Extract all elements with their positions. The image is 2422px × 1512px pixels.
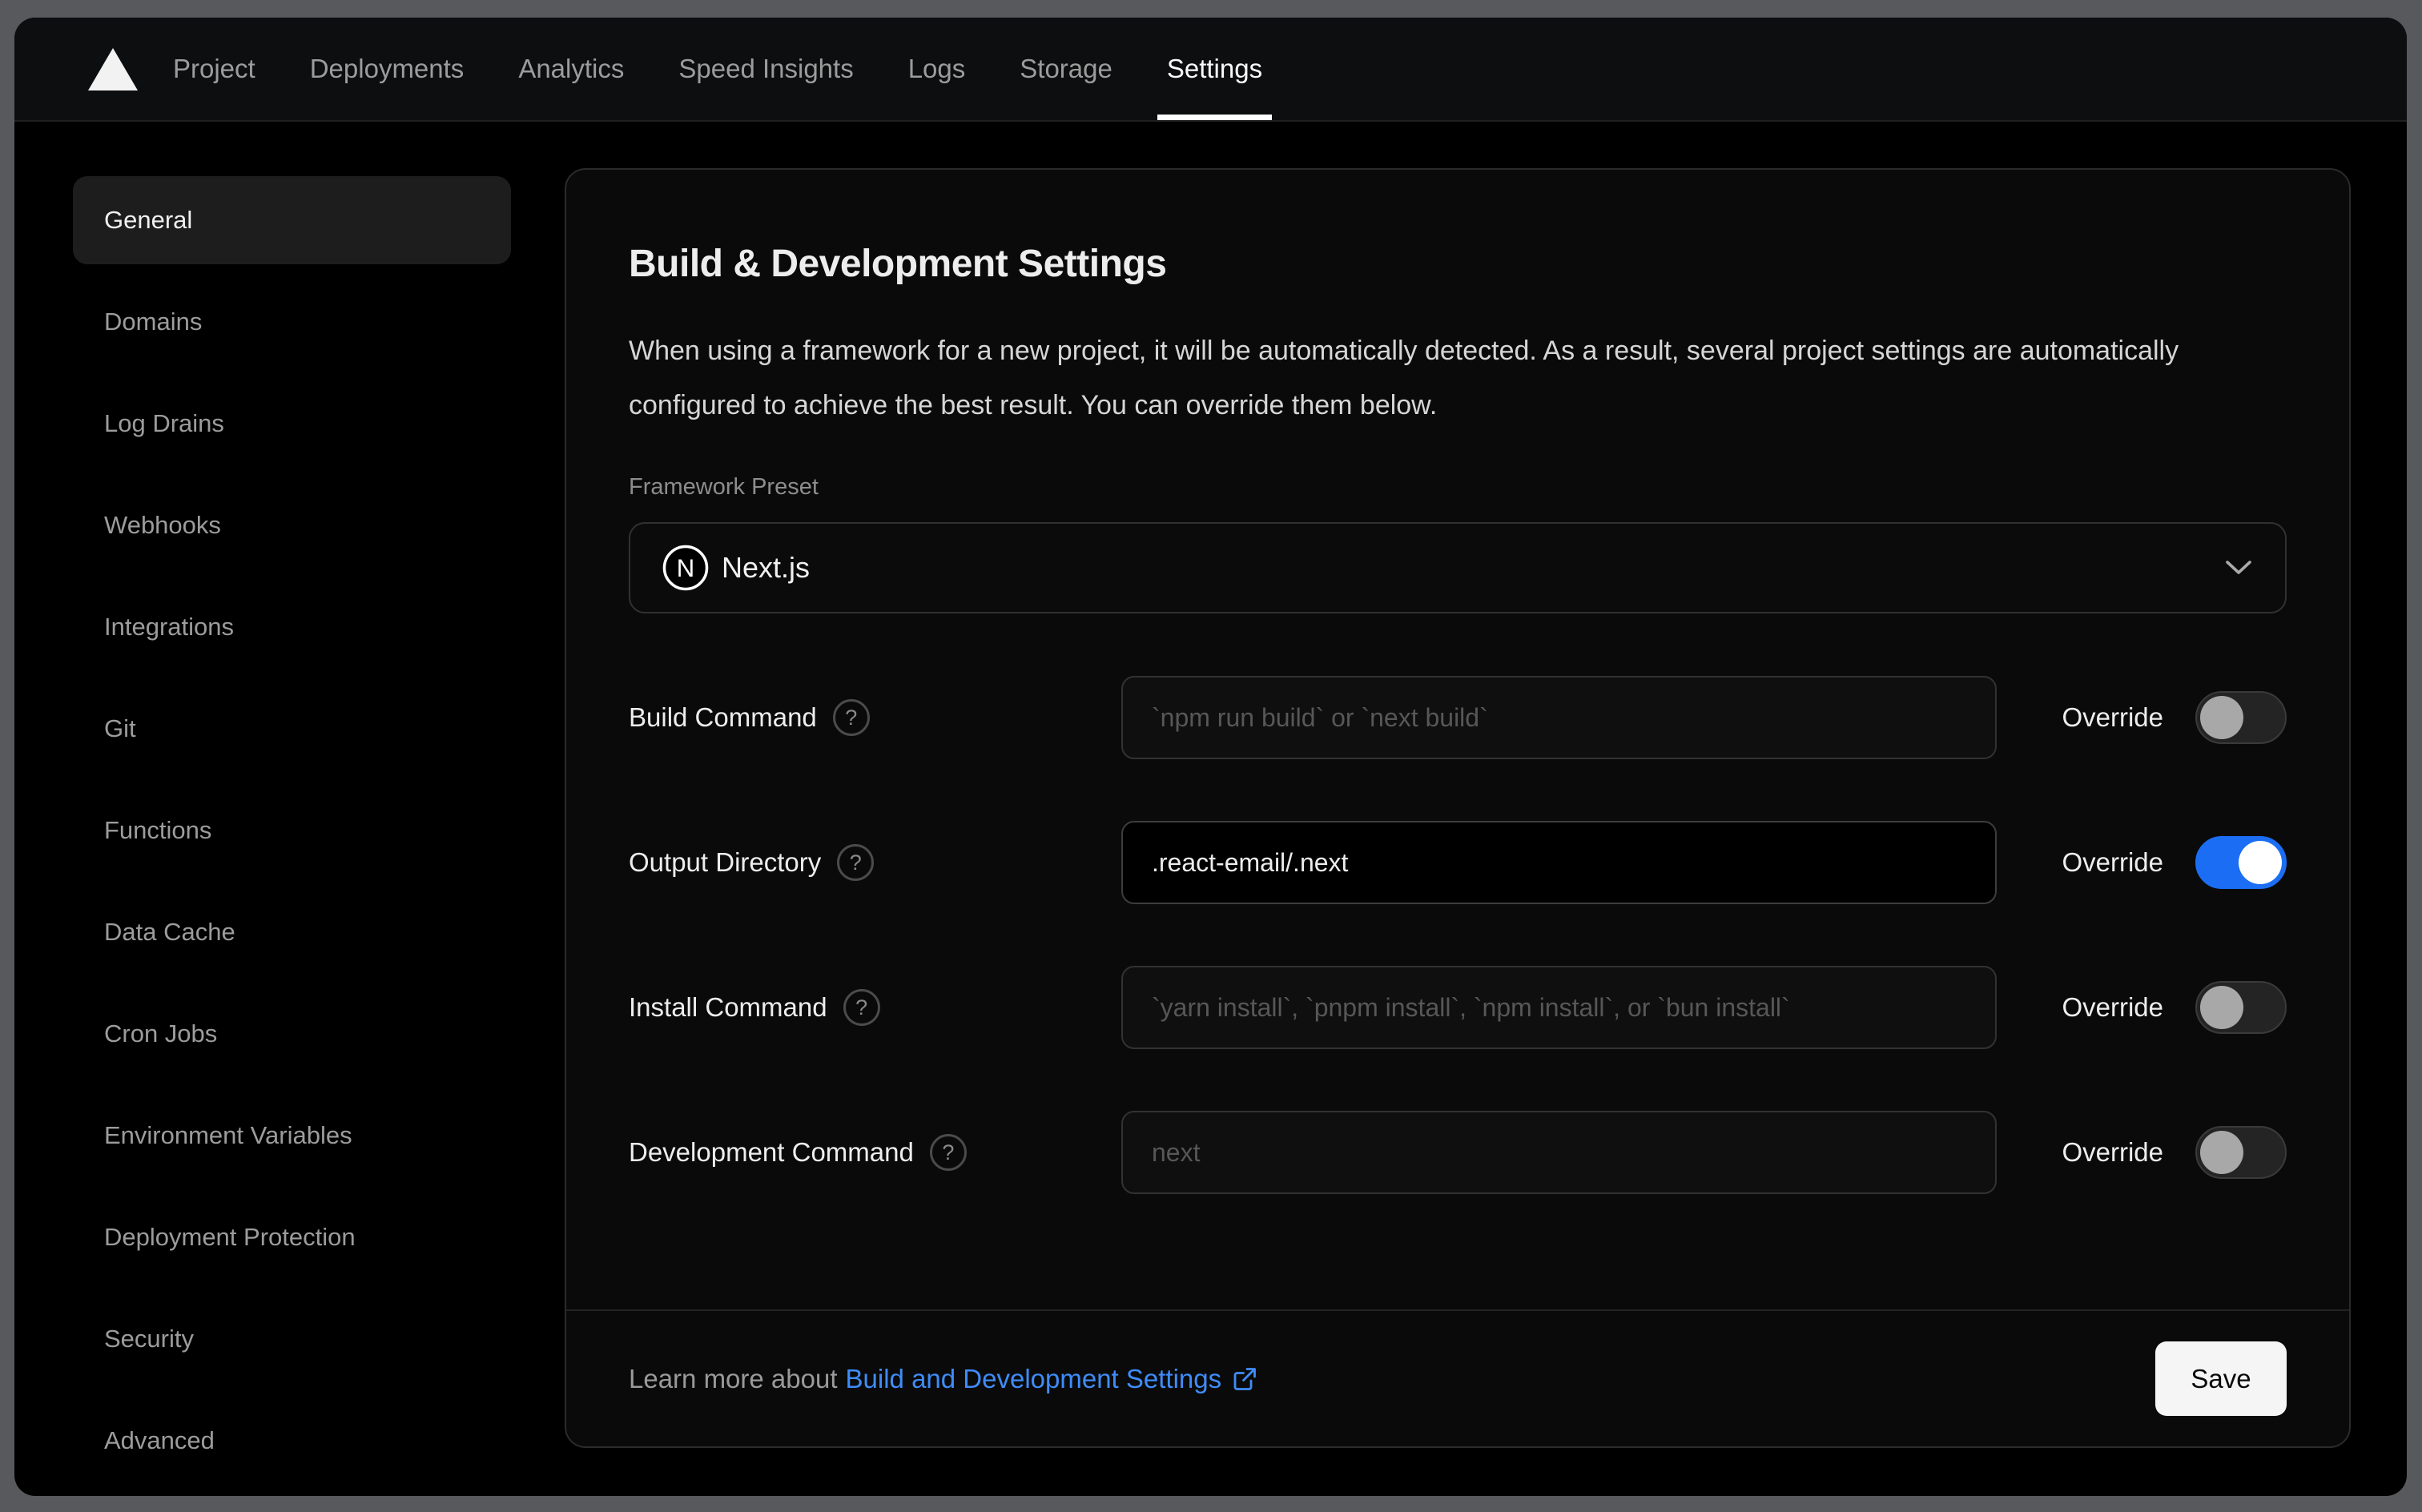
tab-deployments[interactable]: Deployments <box>310 18 465 120</box>
nextjs-logo-icon: N <box>662 545 709 591</box>
field-label: Build Command <box>629 702 817 732</box>
vercel-triangle-icon <box>88 47 138 90</box>
override-col: Override <box>2062 691 2287 744</box>
override-toggle-build-command[interactable] <box>2195 691 2287 744</box>
help-question-icon[interactable]: ? <box>929 1134 967 1171</box>
tab-label: Deployments <box>309 54 465 83</box>
field-label-col: Install Command? <box>629 989 1121 1026</box>
tab-label: Logs <box>907 54 966 83</box>
tab-label: Settings <box>1166 54 1263 83</box>
override-toggle-development-command[interactable] <box>2195 1126 2287 1179</box>
sidebar-item-data-cache[interactable]: Data Cache <box>73 888 511 976</box>
toggle-knob <box>2200 986 2243 1029</box>
help-question-icon[interactable]: ? <box>837 844 875 881</box>
field-label-col: Output Directory? <box>629 844 1121 881</box>
chevron-down-icon <box>2226 561 2251 574</box>
form-row-install-command: Install Command? Override <box>629 966 2287 1049</box>
help-question-icon[interactable]: ? <box>832 699 870 736</box>
override-toggle-install-command[interactable] <box>2195 981 2287 1034</box>
override-label: Override <box>2062 1137 2163 1167</box>
field-label: Install Command <box>629 992 827 1022</box>
sidebar-item-log-drains[interactable]: Log Drains <box>73 380 511 468</box>
sidebar-item-security[interactable]: Security <box>73 1295 511 1383</box>
override-label: Override <box>2062 847 2163 877</box>
input-output-directory[interactable] <box>1121 821 1997 904</box>
build-settings-rows: Build Command?OverrideOutput Directory?O… <box>629 676 2287 1194</box>
override-col: Override <box>2062 981 2287 1034</box>
external-link-icon <box>1231 1365 1258 1393</box>
app-window: Project Deployments Analytics Speed Insight… <box>14 18 2407 1496</box>
nav-tabs: Project Deployments Analytics Speed Insight… <box>173 18 1273 120</box>
tab-speed-insights[interactable]: Speed Insights <box>678 18 853 120</box>
tab-label: Analytics <box>518 54 625 83</box>
sidebar-item-advanced[interactable]: Advanced <box>73 1397 511 1485</box>
field-label-col: Build Command? <box>629 699 1121 736</box>
framework-preset-label: Framework Preset <box>629 474 819 500</box>
top-nav: Project Deployments Analytics Speed Insight… <box>14 18 2407 122</box>
override-toggle-output-directory[interactable] <box>2195 836 2287 889</box>
sidebar-item-deployment-protection[interactable]: Deployment Protection <box>73 1193 511 1281</box>
toggle-knob <box>2239 841 2282 884</box>
form-row-build-command: Build Command? Override <box>629 676 2287 759</box>
tab-logs[interactable]: Logs <box>908 18 966 120</box>
override-col: Override <box>2062 1126 2287 1179</box>
vercel-logo[interactable] <box>88 18 138 120</box>
input-build-command[interactable] <box>1121 676 1997 759</box>
page-title: Build & Development Settings <box>629 243 1167 285</box>
sidebar-item-integrations[interactable]: Integrations <box>73 583 511 671</box>
toggle-knob <box>2200 696 2243 739</box>
help-question-icon[interactable]: ? <box>843 989 880 1026</box>
override-label: Override <box>2062 992 2163 1022</box>
sidebar-item-webhooks[interactable]: Webhooks <box>73 481 511 569</box>
learn-more-prefix: Learn more about <box>629 1363 838 1393</box>
sidebar-item-cron-jobs[interactable]: Cron Jobs <box>73 990 511 1078</box>
tab-settings[interactable]: Settings <box>1157 18 1273 120</box>
field-label-col: Development Command? <box>629 1134 1121 1171</box>
learn-more-text: Learn more about Build and Development S… <box>629 1364 1258 1394</box>
sidebar-item-general[interactable]: General <box>73 176 511 264</box>
input-install-command[interactable] <box>1121 966 1997 1049</box>
toggle-knob <box>2200 1131 2243 1174</box>
sidebar-item-domains[interactable]: Domains <box>73 278 511 366</box>
tab-label: Speed Insights <box>678 54 854 83</box>
content-area: General Domains Log Drains Webhooks Integrat… <box>14 122 2407 1496</box>
tab-label: Project <box>173 54 255 83</box>
active-tab-underline <box>1157 115 1273 120</box>
sidebar-item-environment-variables[interactable]: Environment Variables <box>73 1092 511 1180</box>
override-col: Override <box>2062 836 2287 889</box>
form-row-output-directory: Output Directory? Override <box>629 821 2287 904</box>
form-row-development-command: Development Command? Override <box>629 1111 2287 1194</box>
field-label: Development Command <box>629 1137 914 1167</box>
card-body: Build & Development Settings When using … <box>566 170 2349 1309</box>
settings-sidebar: General Domains Log Drains Webhooks Integrat… <box>73 122 511 1496</box>
card-footer: Learn more about Build and Development S… <box>566 1309 2349 1446</box>
framework-preset-value: Next.js <box>722 551 811 584</box>
build-settings-doc-link[interactable]: Build and Development Settings <box>846 1364 1222 1394</box>
framework-preset-select[interactable]: N Next.js <box>629 522 2287 613</box>
build-settings-card: Build & Development Settings When using … <box>565 168 2351 1448</box>
sidebar-item-git[interactable]: Git <box>73 685 511 773</box>
input-development-command[interactable] <box>1121 1111 1997 1194</box>
field-label: Output Directory <box>629 847 822 877</box>
tab-analytics[interactable]: Analytics <box>518 18 624 120</box>
tab-project[interactable]: Project <box>173 18 255 120</box>
save-button[interactable]: Save <box>2155 1341 2287 1416</box>
svg-text:N: N <box>677 554 694 582</box>
override-label: Override <box>2062 702 2163 732</box>
page-description: When using a framework for a new project… <box>629 336 2179 420</box>
tab-label: Storage <box>1020 54 1112 83</box>
tab-storage[interactable]: Storage <box>1020 18 1112 120</box>
sidebar-item-functions[interactable]: Functions <box>73 786 511 875</box>
